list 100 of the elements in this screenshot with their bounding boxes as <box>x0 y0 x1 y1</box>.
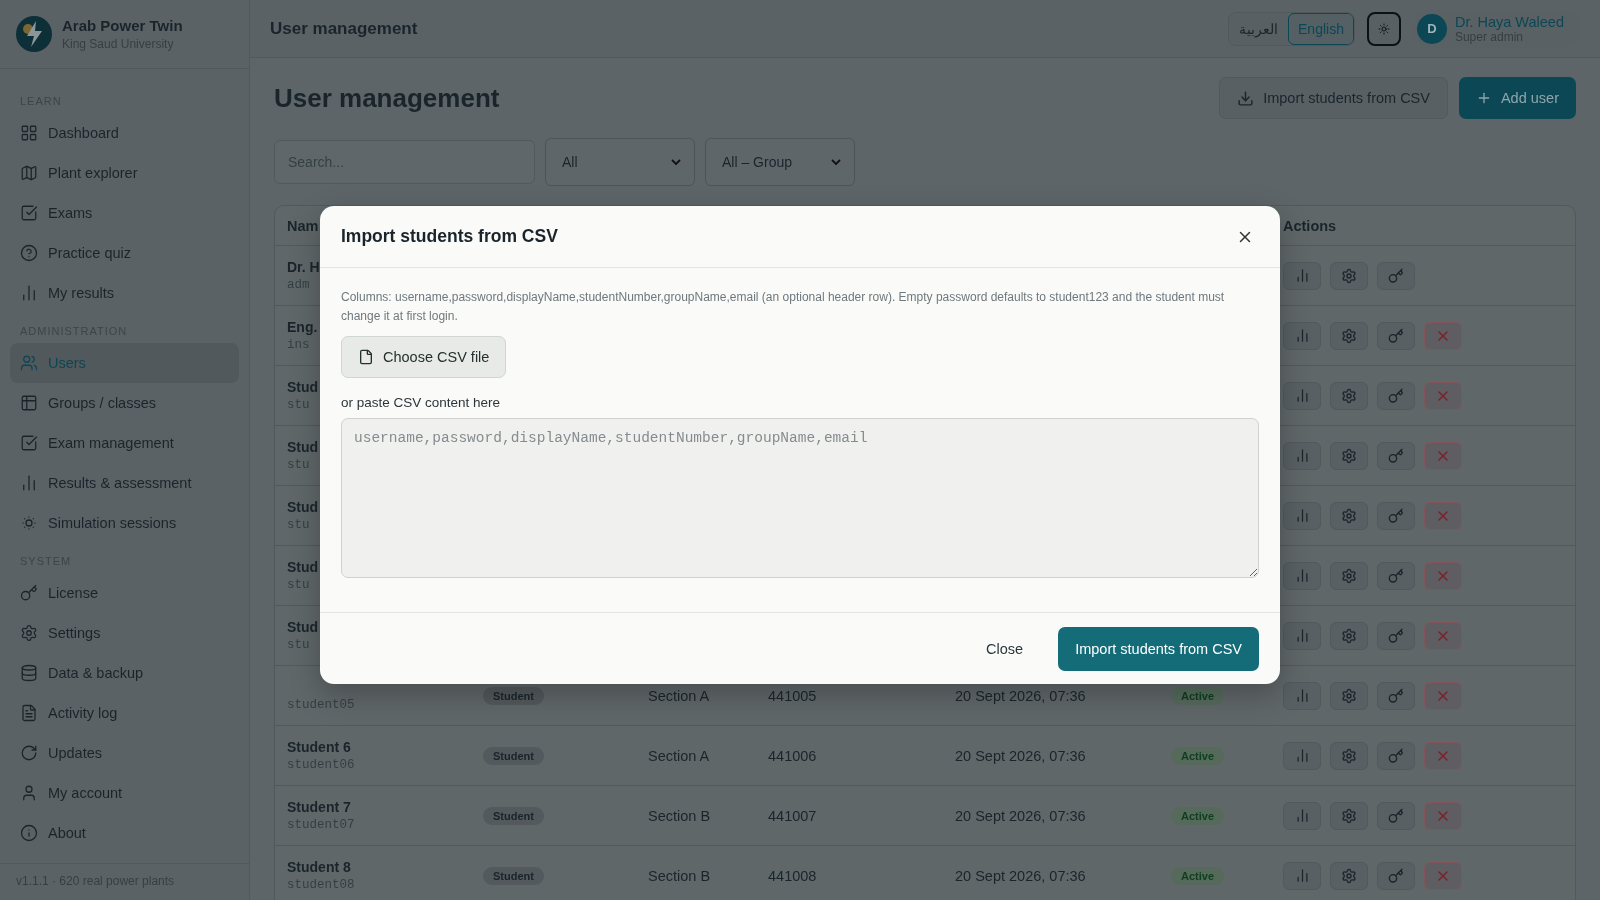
table-cell: 20 Sept 2026, 07:36 <box>955 867 1086 884</box>
key-button[interactable] <box>1377 681 1415 710</box>
sidebar-item[interactable]: Dashboard <box>10 113 239 153</box>
add-user-button[interactable]: Add user <box>1458 77 1576 119</box>
settings-button[interactable] <box>1330 381 1368 410</box>
stats-button[interactable] <box>1283 861 1321 890</box>
settings-button[interactable] <box>1330 621 1368 650</box>
stats-button[interactable] <box>1283 681 1321 710</box>
stats-button[interactable] <box>1283 381 1321 410</box>
theme-toggle-button[interactable] <box>1366 11 1401 46</box>
sidebar-item[interactable]: Exams <box>10 193 239 233</box>
stats-button[interactable] <box>1283 621 1321 650</box>
settings-button[interactable] <box>1330 501 1368 530</box>
app-name: Arab Power Twin <box>62 17 183 34</box>
import-button[interactable]: Import students from CSV <box>1058 626 1259 671</box>
settings-button[interactable] <box>1330 681 1368 710</box>
import-button[interactable]: Import students from CSV <box>1219 77 1448 119</box>
key-button[interactable] <box>1377 501 1415 530</box>
sidebar-item[interactable]: Activity log <box>10 693 239 733</box>
bar-chart-icon <box>1294 568 1310 583</box>
sidebar-item[interactable]: Data & backup <box>10 653 239 693</box>
settings-button[interactable] <box>1330 861 1368 890</box>
delete-button[interactable] <box>1424 321 1462 350</box>
language-option[interactable]: English <box>1288 12 1354 45</box>
sidebar-item[interactable]: My results <box>10 273 239 313</box>
choose-file-button[interactable]: Choose CSV file <box>341 336 507 378</box>
user-icon <box>20 784 38 802</box>
delete-button[interactable] <box>1424 681 1462 710</box>
refresh-icon <box>20 744 38 762</box>
filter-select[interactable]: All <box>545 138 695 186</box>
close-button[interactable]: Close <box>969 626 1041 671</box>
delete-button[interactable] <box>1424 621 1462 650</box>
key-button[interactable] <box>1377 861 1415 890</box>
stats-button[interactable] <box>1283 441 1321 470</box>
column-header: Actions <box>1283 217 1337 234</box>
map-icon <box>20 164 38 182</box>
sidebar-item[interactable]: My account <box>10 773 239 813</box>
stats-button[interactable] <box>1283 561 1321 590</box>
delete-button[interactable] <box>1424 381 1462 410</box>
settings-button[interactable] <box>1330 441 1368 470</box>
key-button[interactable] <box>1377 261 1415 290</box>
file-icon <box>358 349 374 365</box>
sidebar-item[interactable]: Simulation sessions <box>10 503 239 543</box>
bar-chart-icon <box>1294 388 1310 403</box>
stats-button[interactable] <box>1283 741 1321 770</box>
sidebar-item[interactable]: Exam management <box>10 423 239 463</box>
stats-button[interactable] <box>1283 321 1321 350</box>
user-avatar: D <box>1416 13 1447 44</box>
settings-icon <box>1341 567 1357 584</box>
user-display-name: Stud <box>287 499 319 515</box>
key-button[interactable] <box>1377 321 1415 350</box>
sidebar-item[interactable]: Practice quiz <box>10 233 239 273</box>
sidebar-item[interactable]: License <box>10 573 239 613</box>
settings-button[interactable] <box>1330 561 1368 590</box>
table-cell: 441005 <box>768 687 817 704</box>
table-cell: 441006 <box>768 747 817 764</box>
settings-button[interactable] <box>1330 801 1368 830</box>
settings-button[interactable] <box>1330 741 1368 770</box>
settings-button[interactable] <box>1330 321 1368 350</box>
role-badge: Student <box>483 746 544 765</box>
key-button[interactable] <box>1377 381 1415 410</box>
settings-icon <box>1341 507 1357 524</box>
bar-chart-icon <box>20 284 38 302</box>
sidebar-item[interactable]: Settings <box>10 613 239 653</box>
table-cell: 441008 <box>768 867 817 884</box>
settings-icon <box>1341 807 1357 824</box>
sidebar-item[interactable]: Users <box>10 343 239 383</box>
sidebar-item[interactable]: Updates <box>10 733 239 773</box>
sidebar-item[interactable]: Groups / classes <box>10 383 239 423</box>
settings-icon <box>1341 267 1357 284</box>
key-button[interactable] <box>1377 741 1415 770</box>
settings-icon <box>1341 627 1357 644</box>
caret-icon <box>830 156 842 168</box>
delete-button[interactable] <box>1424 501 1462 530</box>
delete-button[interactable] <box>1424 441 1462 470</box>
settings-icon <box>1341 867 1357 884</box>
dashboard-icon <box>20 124 38 142</box>
sidebar-item[interactable]: Results & assessment <box>10 463 239 503</box>
role-badge: Student <box>483 806 544 825</box>
user-display-name: Stud <box>287 379 319 395</box>
delete-button[interactable] <box>1424 561 1462 590</box>
sidebar-item[interactable]: About <box>10 813 239 853</box>
key-button[interactable] <box>1377 621 1415 650</box>
key-button[interactable] <box>1377 801 1415 830</box>
key-button[interactable] <box>1377 441 1415 470</box>
delete-button[interactable] <box>1424 861 1462 890</box>
key-button[interactable] <box>1377 561 1415 590</box>
filter-select[interactable]: All – Group <box>705 138 855 186</box>
key-icon <box>20 584 38 602</box>
settings-button[interactable] <box>1330 261 1368 290</box>
delete-button[interactable] <box>1424 801 1462 830</box>
stats-button[interactable] <box>1283 801 1321 830</box>
stats-button[interactable] <box>1283 261 1321 290</box>
bar-chart-icon <box>1294 688 1310 703</box>
key-icon <box>1388 807 1404 824</box>
stats-button[interactable] <box>1283 501 1321 530</box>
csv-text-area[interactable]: username,password,displayName,studentNumber,groupName,email <box>341 418 1259 578</box>
delete-button[interactable] <box>1424 741 1462 770</box>
sidebar-item[interactable]: Plant explorer <box>10 153 239 193</box>
settings-icon <box>1341 687 1357 704</box>
